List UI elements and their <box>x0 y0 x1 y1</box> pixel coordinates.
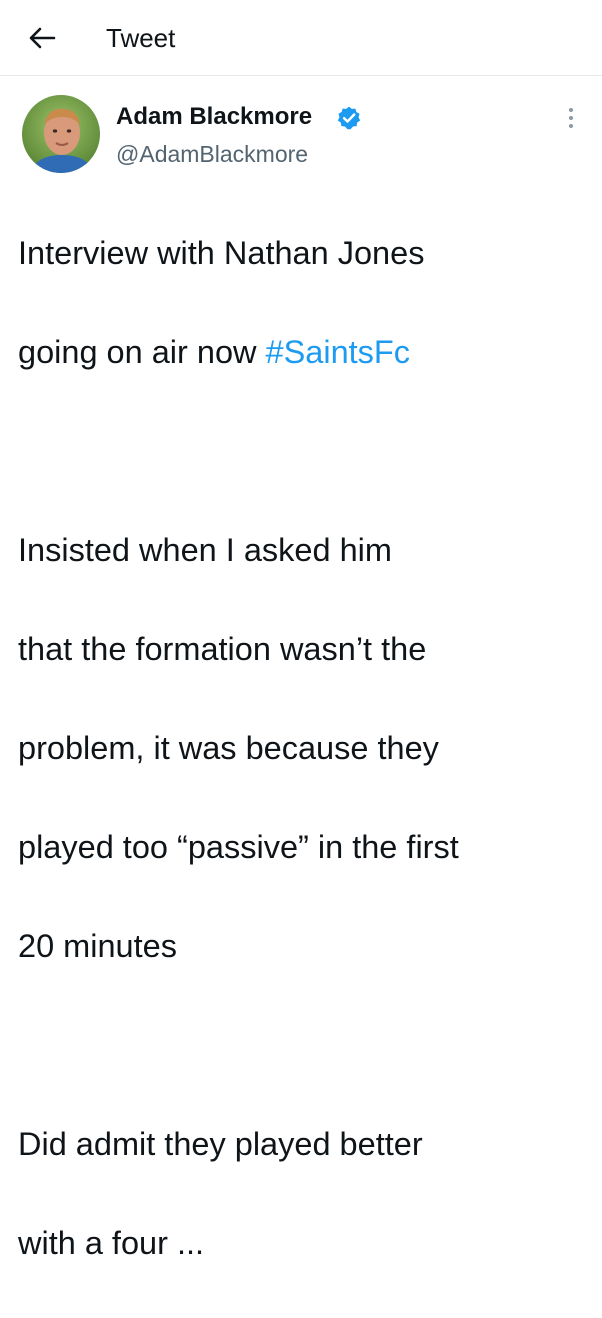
avatar-photo <box>22 95 100 173</box>
tweet-line: with a four ... <box>18 1224 205 1261</box>
tweet-line: Insisted when I asked him <box>18 531 392 568</box>
tweet-line: 20 minutes <box>18 927 177 964</box>
tweet-line: Did admit they played better <box>18 1125 423 1162</box>
more-vertical-icon <box>569 108 573 128</box>
avatar[interactable] <box>22 95 100 173</box>
tweet-line: Interview with Nathan Jones <box>18 234 425 271</box>
page-title: Tweet <box>106 23 176 53</box>
tweet-card: Adam Blackmore @AdamBlackmore Interview … <box>0 77 602 1261</box>
top-app-bar: Tweet <box>0 0 602 76</box>
tweet-line-text: going on air now <box>18 333 266 370</box>
tweet-line: played too “passive” in the first <box>18 828 459 865</box>
verified-badge-icon <box>337 106 361 130</box>
arrow-left-icon <box>29 27 56 49</box>
back-button[interactable] <box>22 20 62 56</box>
tweet-line: problem, it was because they <box>18 729 439 766</box>
hashtag-link[interactable]: #SaintsFc <box>266 334 411 370</box>
tweet-line: that the formation wasn’t the <box>18 630 427 667</box>
author-name[interactable]: Adam Blackmore <box>116 101 312 133</box>
author-handle[interactable]: @AdamBlackmore <box>116 139 308 169</box>
more-options-button[interactable] <box>556 103 586 133</box>
tweet-line: going on air now #SaintsFc <box>18 328 588 378</box>
tweet-text: Interview with Nathan Jones going on air… <box>18 179 588 1318</box>
